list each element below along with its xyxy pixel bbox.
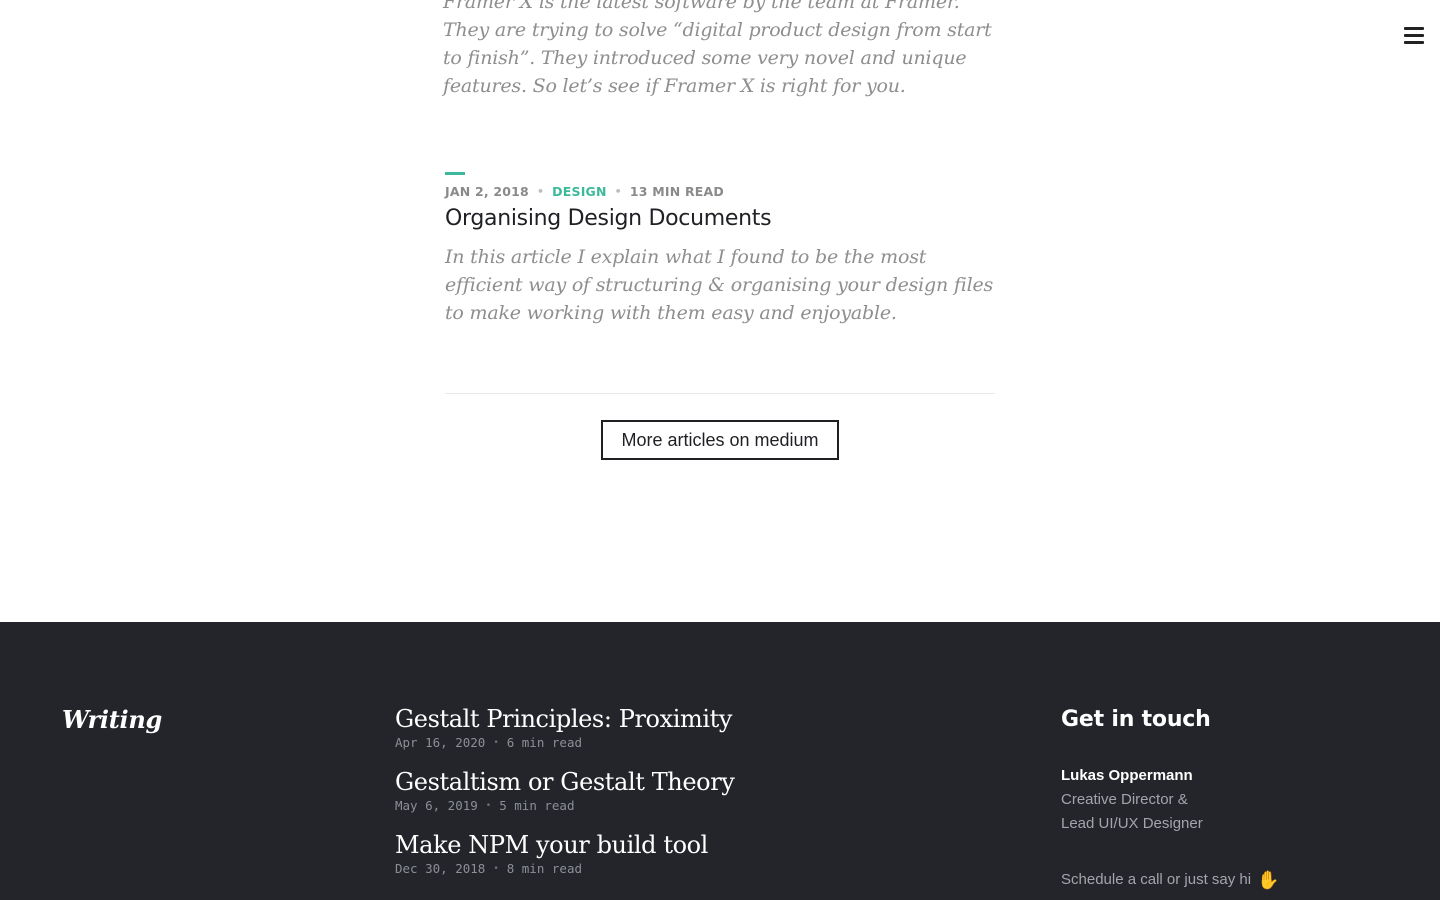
meta-separator: • bbox=[493, 738, 499, 748]
post-title-link[interactable]: Gestalt Principles: Proximity bbox=[395, 704, 955, 734]
contact-role-line: Lead UI/UX Designer bbox=[1061, 815, 1203, 832]
menu-line bbox=[1404, 34, 1424, 37]
contact-cta-text: Schedule a call or just say hi bbox=[1061, 871, 1252, 888]
menu-line bbox=[1404, 27, 1424, 30]
post-meta: May 6, 2019 • 5 min read bbox=[395, 797, 955, 815]
post-list: Gestalt Principles: Proximity Apr 16, 20… bbox=[395, 704, 955, 893]
article-meta: JAN 2, 2018 • DESIGN • 13 MIN READ bbox=[445, 182, 1000, 200]
post-read-time: 8 min read bbox=[506, 861, 582, 876]
meta-separator: • bbox=[493, 864, 499, 874]
hamburger-menu-icon[interactable] bbox=[1402, 24, 1426, 46]
list-item: Gestaltism or Gestalt Theory May 6, 2019… bbox=[395, 767, 955, 830]
more-articles-button[interactable]: More articles on medium bbox=[601, 420, 839, 460]
contact-name: Lukas Oppermann bbox=[1061, 767, 1193, 784]
post-date: Dec 30, 2018 bbox=[395, 861, 486, 876]
meta-separator: • bbox=[614, 184, 622, 198]
list-item: Make NPM your build tool Dec 30, 2018 • … bbox=[395, 830, 955, 893]
post-meta: Dec 30, 2018 • 8 min read bbox=[395, 860, 955, 878]
footer: Writing Gestalt Principles: Proximity Ap… bbox=[0, 622, 1440, 900]
contact-heading: Get in touch bbox=[1061, 707, 1211, 732]
contact-section: Get in touch Lukas Oppermann Creative Di… bbox=[1061, 705, 1401, 892]
article-title-link[interactable]: Organising Design Documents bbox=[445, 204, 1000, 234]
menu-line bbox=[1404, 41, 1424, 44]
article-date: JAN 2, 2018 bbox=[445, 183, 529, 199]
previous-article-excerpt: Framer X is the latest software by the t… bbox=[443, 0, 992, 97]
post-read-time: 6 min read bbox=[506, 735, 582, 750]
article-read-time: 13 MIN READ bbox=[629, 183, 724, 199]
post-title-link[interactable]: Gestaltism or Gestalt Theory bbox=[395, 767, 955, 797]
meta-separator: • bbox=[485, 801, 492, 811]
writing-heading: Writing bbox=[62, 705, 162, 734]
list-item: Gestalt Principles: Proximity Apr 16, 20… bbox=[395, 704, 955, 767]
accent-bar bbox=[445, 172, 465, 175]
post-date: May 6, 2019 bbox=[395, 798, 478, 813]
article-card: JAN 2, 2018 • DESIGN • 13 MIN READ Organ… bbox=[445, 172, 1000, 327]
post-date: Apr 16, 2020 bbox=[395, 735, 486, 750]
meta-separator: • bbox=[536, 184, 545, 198]
divider bbox=[445, 393, 995, 394]
contact-role-line: Creative Director & bbox=[1061, 791, 1188, 808]
article-category-link[interactable]: DESIGN bbox=[552, 184, 607, 199]
waving-hand-icon: ✋ bbox=[1257, 870, 1280, 890]
contact-cta-link[interactable]: Schedule a call or just say hi ✋ bbox=[1061, 868, 1401, 892]
article-excerpt: In this article I explain what I found t… bbox=[445, 246, 994, 324]
post-meta: Apr 16, 2020 • 6 min read bbox=[395, 734, 955, 752]
post-title-link[interactable]: Make NPM your build tool bbox=[395, 830, 955, 860]
post-read-time: 5 min read bbox=[499, 798, 575, 813]
